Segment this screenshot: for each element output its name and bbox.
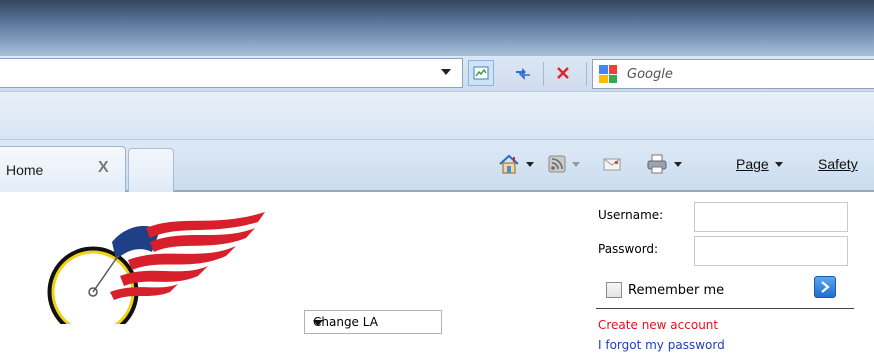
print-button[interactable] <box>646 152 682 176</box>
page-content: Change LA Username: Password: Remember m… <box>0 194 874 356</box>
printer-icon <box>647 154 667 174</box>
stop-button[interactable] <box>550 60 576 86</box>
page-menu-label: Page <box>736 156 769 172</box>
search-placeholder: Google <box>627 67 673 82</box>
tab-and-command-bar: Home X Page Safety <box>0 140 874 192</box>
username-field[interactable] <box>694 202 848 232</box>
home-button[interactable] <box>498 152 534 176</box>
safety-menu-label: Safety <box>818 156 858 172</box>
refresh-icon <box>516 68 530 80</box>
chevron-down-icon[interactable] <box>572 161 580 167</box>
address-bar-row: Google <box>0 56 874 92</box>
username-label: Username: <box>598 208 664 222</box>
toolbar-separator <box>586 62 587 86</box>
favorites-bar <box>0 92 874 140</box>
tab-label: Home <box>6 162 44 178</box>
language-select[interactable]: Change LA <box>304 310 442 334</box>
chevron-down-icon[interactable] <box>526 161 534 167</box>
feeds-button[interactable] <box>548 152 580 176</box>
page-menu[interactable]: Page <box>736 152 783 176</box>
forgot-password-link[interactable]: I forgot my password <box>598 338 725 352</box>
remember-me-checkbox[interactable] <box>606 282 622 298</box>
new-tab-button[interactable] <box>128 148 174 192</box>
login-form: Username: Password: Remember me Create n… <box>596 202 866 356</box>
compatibility-view-button[interactable] <box>468 60 494 86</box>
address-history-dropdown-icon[interactable] <box>441 69 451 75</box>
password-field[interactable] <box>694 236 848 266</box>
refresh-button[interactable] <box>510 60 536 86</box>
password-label: Password: <box>598 242 659 256</box>
search-input[interactable]: Google <box>592 59 874 89</box>
toolbar-separator <box>543 62 544 86</box>
login-submit-button[interactable] <box>814 276 836 298</box>
chevron-down-icon <box>313 320 323 326</box>
chevron-down-icon <box>774 161 783 167</box>
tab-home[interactable]: Home X <box>0 146 126 192</box>
rss-feed-icon <box>548 155 566 173</box>
read-mail-button[interactable] <box>602 152 622 176</box>
address-input[interactable] <box>0 58 463 88</box>
chevron-right-icon <box>821 281 830 293</box>
mail-icon <box>603 158 621 171</box>
safety-menu[interactable]: Safety <box>818 152 858 176</box>
stop-icon <box>557 67 569 79</box>
remember-me-label: Remember me <box>628 283 725 298</box>
create-account-link[interactable]: Create new account <box>598 318 718 332</box>
home-icon <box>499 154 519 174</box>
compatibility-view-icon <box>473 66 489 80</box>
divider <box>596 308 854 309</box>
tab-close-button[interactable]: X <box>98 159 109 177</box>
window-title-bar <box>0 0 874 56</box>
site-logo-flag-wheel <box>47 212 265 324</box>
google-search-provider-icon <box>599 65 617 83</box>
chevron-down-icon[interactable] <box>674 161 682 167</box>
